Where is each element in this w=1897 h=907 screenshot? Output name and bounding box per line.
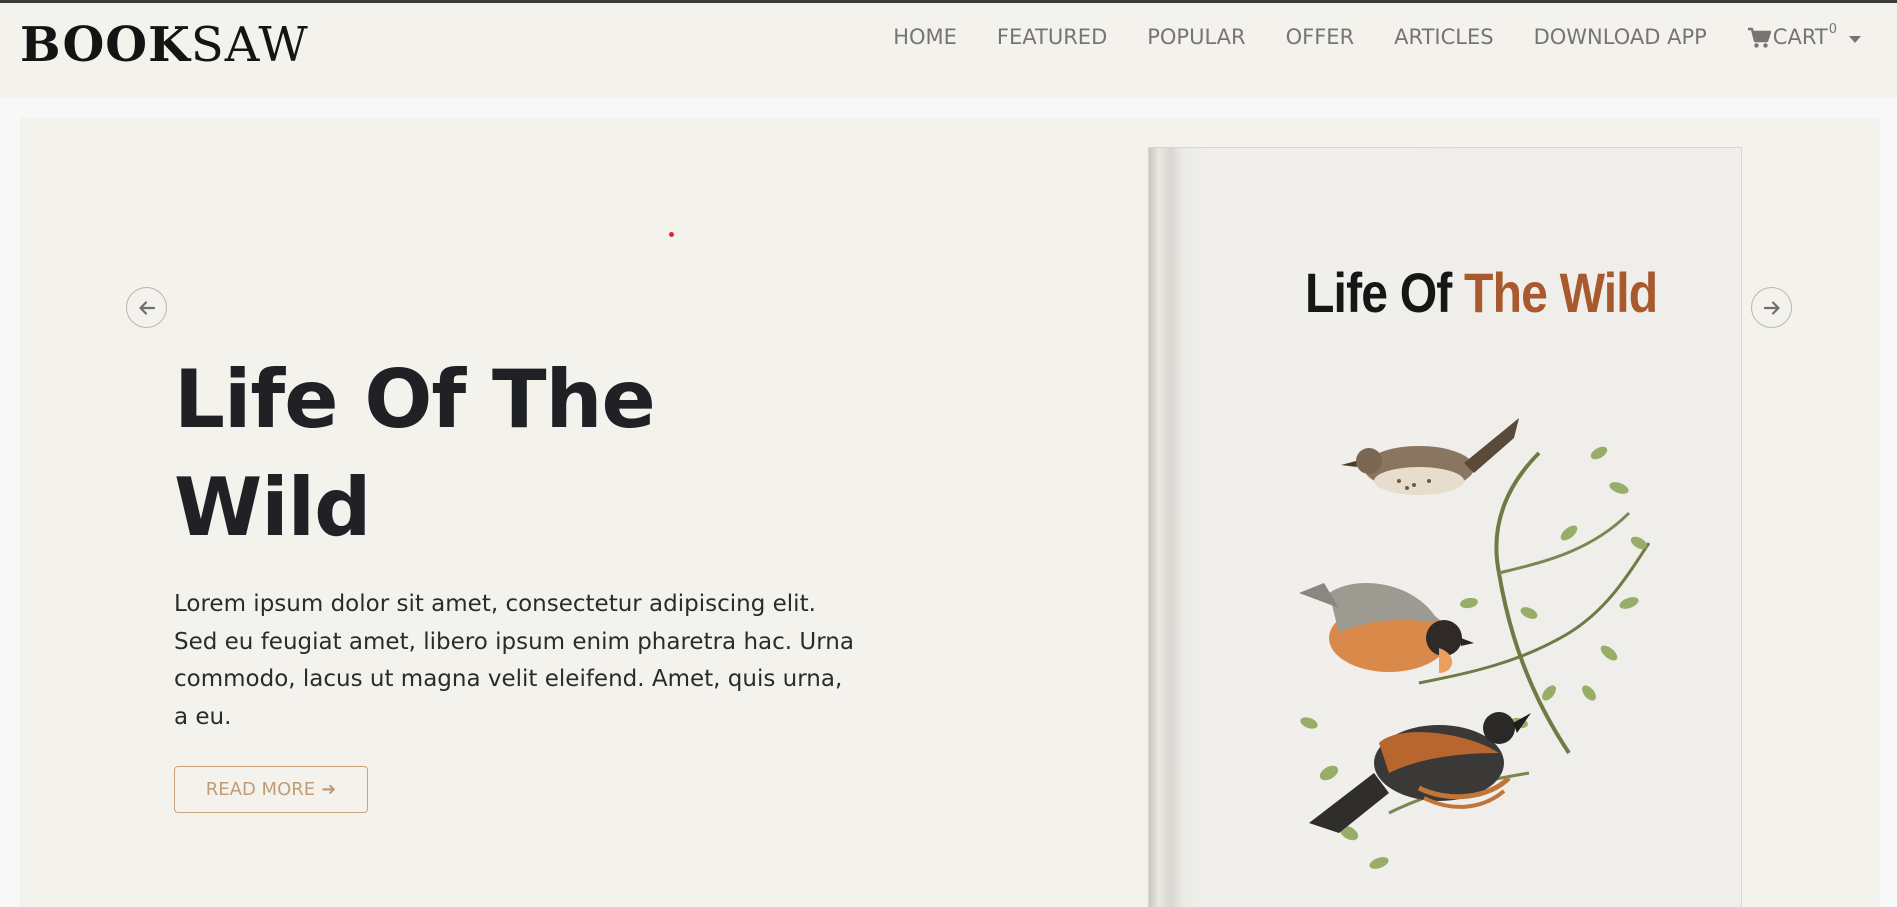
site-header: BOOKSAW HOME FEATURED POPULAR OFFER ARTI… bbox=[0, 3, 1897, 98]
logo-part1: BOOK bbox=[20, 17, 191, 73]
cart-dropdown[interactable]: CART 0 bbox=[1747, 22, 1861, 49]
brand-logo[interactable]: BOOKSAW bbox=[20, 17, 309, 73]
nav-articles[interactable]: ARTICLES bbox=[1394, 25, 1493, 49]
nav-offer[interactable]: OFFER bbox=[1286, 25, 1355, 49]
book-cover-image: Life Of The Wild bbox=[1148, 147, 1742, 907]
cart-icon bbox=[1747, 27, 1771, 48]
birds-illustration bbox=[1299, 418, 1651, 869]
main-nav: HOME FEATURED POPULAR OFFER ARTICLES DOW… bbox=[853, 22, 1861, 49]
book-title-part1: Life Of bbox=[1305, 261, 1452, 324]
logo-part2: SAW bbox=[190, 17, 309, 73]
read-more-button[interactable]: READ MORE ➜ bbox=[174, 766, 368, 813]
arrow-right-icon: ➜ bbox=[321, 779, 337, 800]
book-cover-title: Life Of The Wild bbox=[1305, 260, 1658, 325]
arrow-left-icon bbox=[138, 300, 155, 315]
book-title-part2: The Wild bbox=[1464, 261, 1658, 324]
nav-featured[interactable]: FEATURED bbox=[997, 25, 1107, 49]
cart-count: 0 bbox=[1828, 22, 1837, 37]
cart-label: CART bbox=[1772, 25, 1828, 49]
indicator-dot bbox=[669, 232, 674, 237]
chevron-down-icon bbox=[1849, 36, 1861, 43]
hero-slider: Life Of The Wild Lorem ipsum dolor sit a… bbox=[20, 118, 1880, 907]
hero-title: Life Of The Wild bbox=[174, 353, 656, 554]
nav-popular[interactable]: POPULAR bbox=[1147, 25, 1245, 49]
slider-prev-button[interactable] bbox=[126, 287, 167, 328]
slider-next-button[interactable] bbox=[1751, 287, 1792, 328]
arrow-right-icon bbox=[1763, 300, 1780, 315]
nav-home[interactable]: HOME bbox=[893, 25, 957, 49]
read-more-label: READ MORE bbox=[205, 779, 316, 800]
hero-description: Lorem ipsum dolor sit amet, consectetur … bbox=[174, 591, 854, 730]
nav-download-app[interactable]: DOWNLOAD APP bbox=[1534, 25, 1707, 49]
